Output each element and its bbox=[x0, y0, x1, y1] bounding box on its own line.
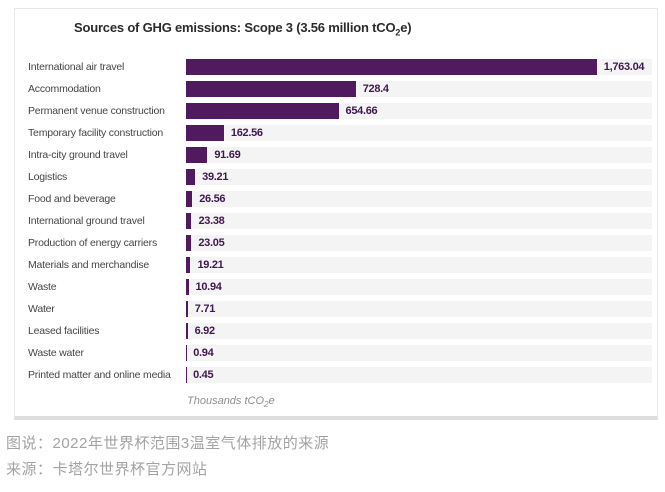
chart-row: International air travel 1,763.04 bbox=[28, 56, 652, 78]
bar-value-label: 19.21 bbox=[197, 259, 223, 271]
bar-value-label: 91.69 bbox=[214, 149, 240, 161]
bar-track: 10.94 bbox=[186, 279, 652, 295]
bar-value-label: 6.92 bbox=[195, 325, 215, 337]
category-label: Accommodation bbox=[28, 83, 186, 95]
source-caption: 来源：卡塔尔世界杯官方网站 bbox=[6, 458, 208, 479]
chart-title: Sources of GHG emissions: Scope 3 (3.56 … bbox=[74, 18, 411, 43]
category-label: International ground travel bbox=[28, 215, 186, 227]
category-label: International air travel bbox=[28, 61, 186, 73]
x-axis-caption: Thousands tCO2e bbox=[187, 395, 275, 409]
bar-value-label: 162.56 bbox=[231, 127, 263, 139]
axis-baseline bbox=[186, 367, 187, 383]
bar bbox=[186, 279, 189, 295]
bar bbox=[186, 147, 207, 163]
category-label: Permanent venue construction bbox=[28, 105, 186, 117]
chart-row: Water 7.71 bbox=[28, 298, 652, 320]
chart-row: Printed matter and online media 0.45 bbox=[28, 364, 652, 386]
bar-track: 19.21 bbox=[186, 257, 652, 273]
bar bbox=[186, 169, 195, 185]
bar-track: 654.66 bbox=[186, 103, 652, 119]
bar-track: 6.92 bbox=[186, 323, 652, 339]
chart-row: Waste 10.94 bbox=[28, 276, 652, 298]
chart-row: Accommodation 728.4 bbox=[28, 78, 652, 100]
x-axis-caption-text: Thousands tCO bbox=[187, 395, 264, 407]
category-label: Waste water bbox=[28, 347, 186, 359]
bar bbox=[186, 125, 224, 141]
bar bbox=[186, 103, 339, 119]
category-label: Logistics bbox=[28, 171, 186, 183]
bar-track: 23.05 bbox=[186, 235, 652, 251]
bar-track: 0.45 bbox=[186, 367, 652, 383]
chart-row: Permanent venue construction 654.66 bbox=[28, 100, 652, 122]
bar-value-label: 39.21 bbox=[202, 171, 228, 183]
bar-value-label: 7.71 bbox=[195, 303, 215, 315]
category-label: Intra-city ground travel bbox=[28, 149, 186, 161]
x-axis-caption-suffix: e bbox=[269, 395, 275, 407]
bar-value-label: 23.05 bbox=[198, 237, 224, 249]
bar bbox=[186, 81, 356, 97]
chart-row: Materials and merchandise 19.21 bbox=[28, 254, 652, 276]
bar bbox=[186, 301, 188, 317]
category-label: Food and beverage bbox=[28, 193, 186, 205]
bar bbox=[186, 257, 190, 273]
category-label: Production of energy carriers bbox=[28, 237, 186, 249]
bar-track: 7.71 bbox=[186, 301, 652, 317]
bar-track: 23.38 bbox=[186, 213, 652, 229]
bar-value-label: 26.56 bbox=[199, 193, 225, 205]
figure-caption: 图说：2022年世界杯范围3温室气体排放的来源 bbox=[6, 432, 329, 453]
category-label: Printed matter and online media bbox=[28, 369, 186, 381]
chart-row: Production of energy carriers 23.05 bbox=[28, 232, 652, 254]
bar bbox=[186, 191, 192, 207]
bar-track: 0.94 bbox=[186, 345, 652, 361]
bar-track: 162.56 bbox=[186, 125, 652, 141]
bar-value-label: 10.94 bbox=[196, 281, 222, 293]
chart-row: Temporary facility construction 162.56 bbox=[28, 122, 652, 144]
chart-row: Intra-city ground travel 91.69 bbox=[28, 144, 652, 166]
chart-row: Logistics 39.21 bbox=[28, 166, 652, 188]
chart-card: Sources of GHG emissions: Scope 3 (3.56 … bbox=[14, 8, 658, 420]
bar bbox=[186, 213, 191, 229]
bar bbox=[186, 323, 188, 339]
category-label: Materials and merchandise bbox=[28, 259, 186, 271]
bar-track: 91.69 bbox=[186, 147, 652, 163]
bar-value-label: 728.4 bbox=[363, 83, 389, 95]
chart-title-text: Sources of GHG emissions: Scope 3 (3.56 … bbox=[74, 20, 395, 35]
bar-value-label: 654.66 bbox=[346, 105, 378, 117]
category-label: Waste bbox=[28, 281, 186, 293]
bar-value-label: 0.94 bbox=[193, 347, 213, 359]
bar bbox=[186, 59, 597, 75]
bar-value-label: 0.45 bbox=[193, 369, 213, 381]
chart-rows: International air travel 1,763.04 Accommod… bbox=[28, 56, 652, 386]
category-label: Temporary facility construction bbox=[28, 127, 186, 139]
bar-track: 728.4 bbox=[186, 81, 652, 97]
bar-track: 26.56 bbox=[186, 191, 652, 207]
bar-value-label: 23.38 bbox=[198, 215, 224, 227]
chart-row: Food and beverage 26.56 bbox=[28, 188, 652, 210]
chart-title-suffix: e) bbox=[400, 20, 411, 35]
bar-value-label: 1,763.04 bbox=[604, 61, 644, 73]
category-label: Water bbox=[28, 303, 186, 315]
bar bbox=[186, 235, 191, 251]
chart-row: Waste water 0.94 bbox=[28, 342, 652, 364]
bar-track: 1,763.04 bbox=[186, 59, 652, 75]
bar-track: 39.21 bbox=[186, 169, 652, 185]
chart-row: Leased facilities 6.92 bbox=[28, 320, 652, 342]
chart-row: International ground travel 23.38 bbox=[28, 210, 652, 232]
category-label: Leased facilities bbox=[28, 325, 186, 337]
